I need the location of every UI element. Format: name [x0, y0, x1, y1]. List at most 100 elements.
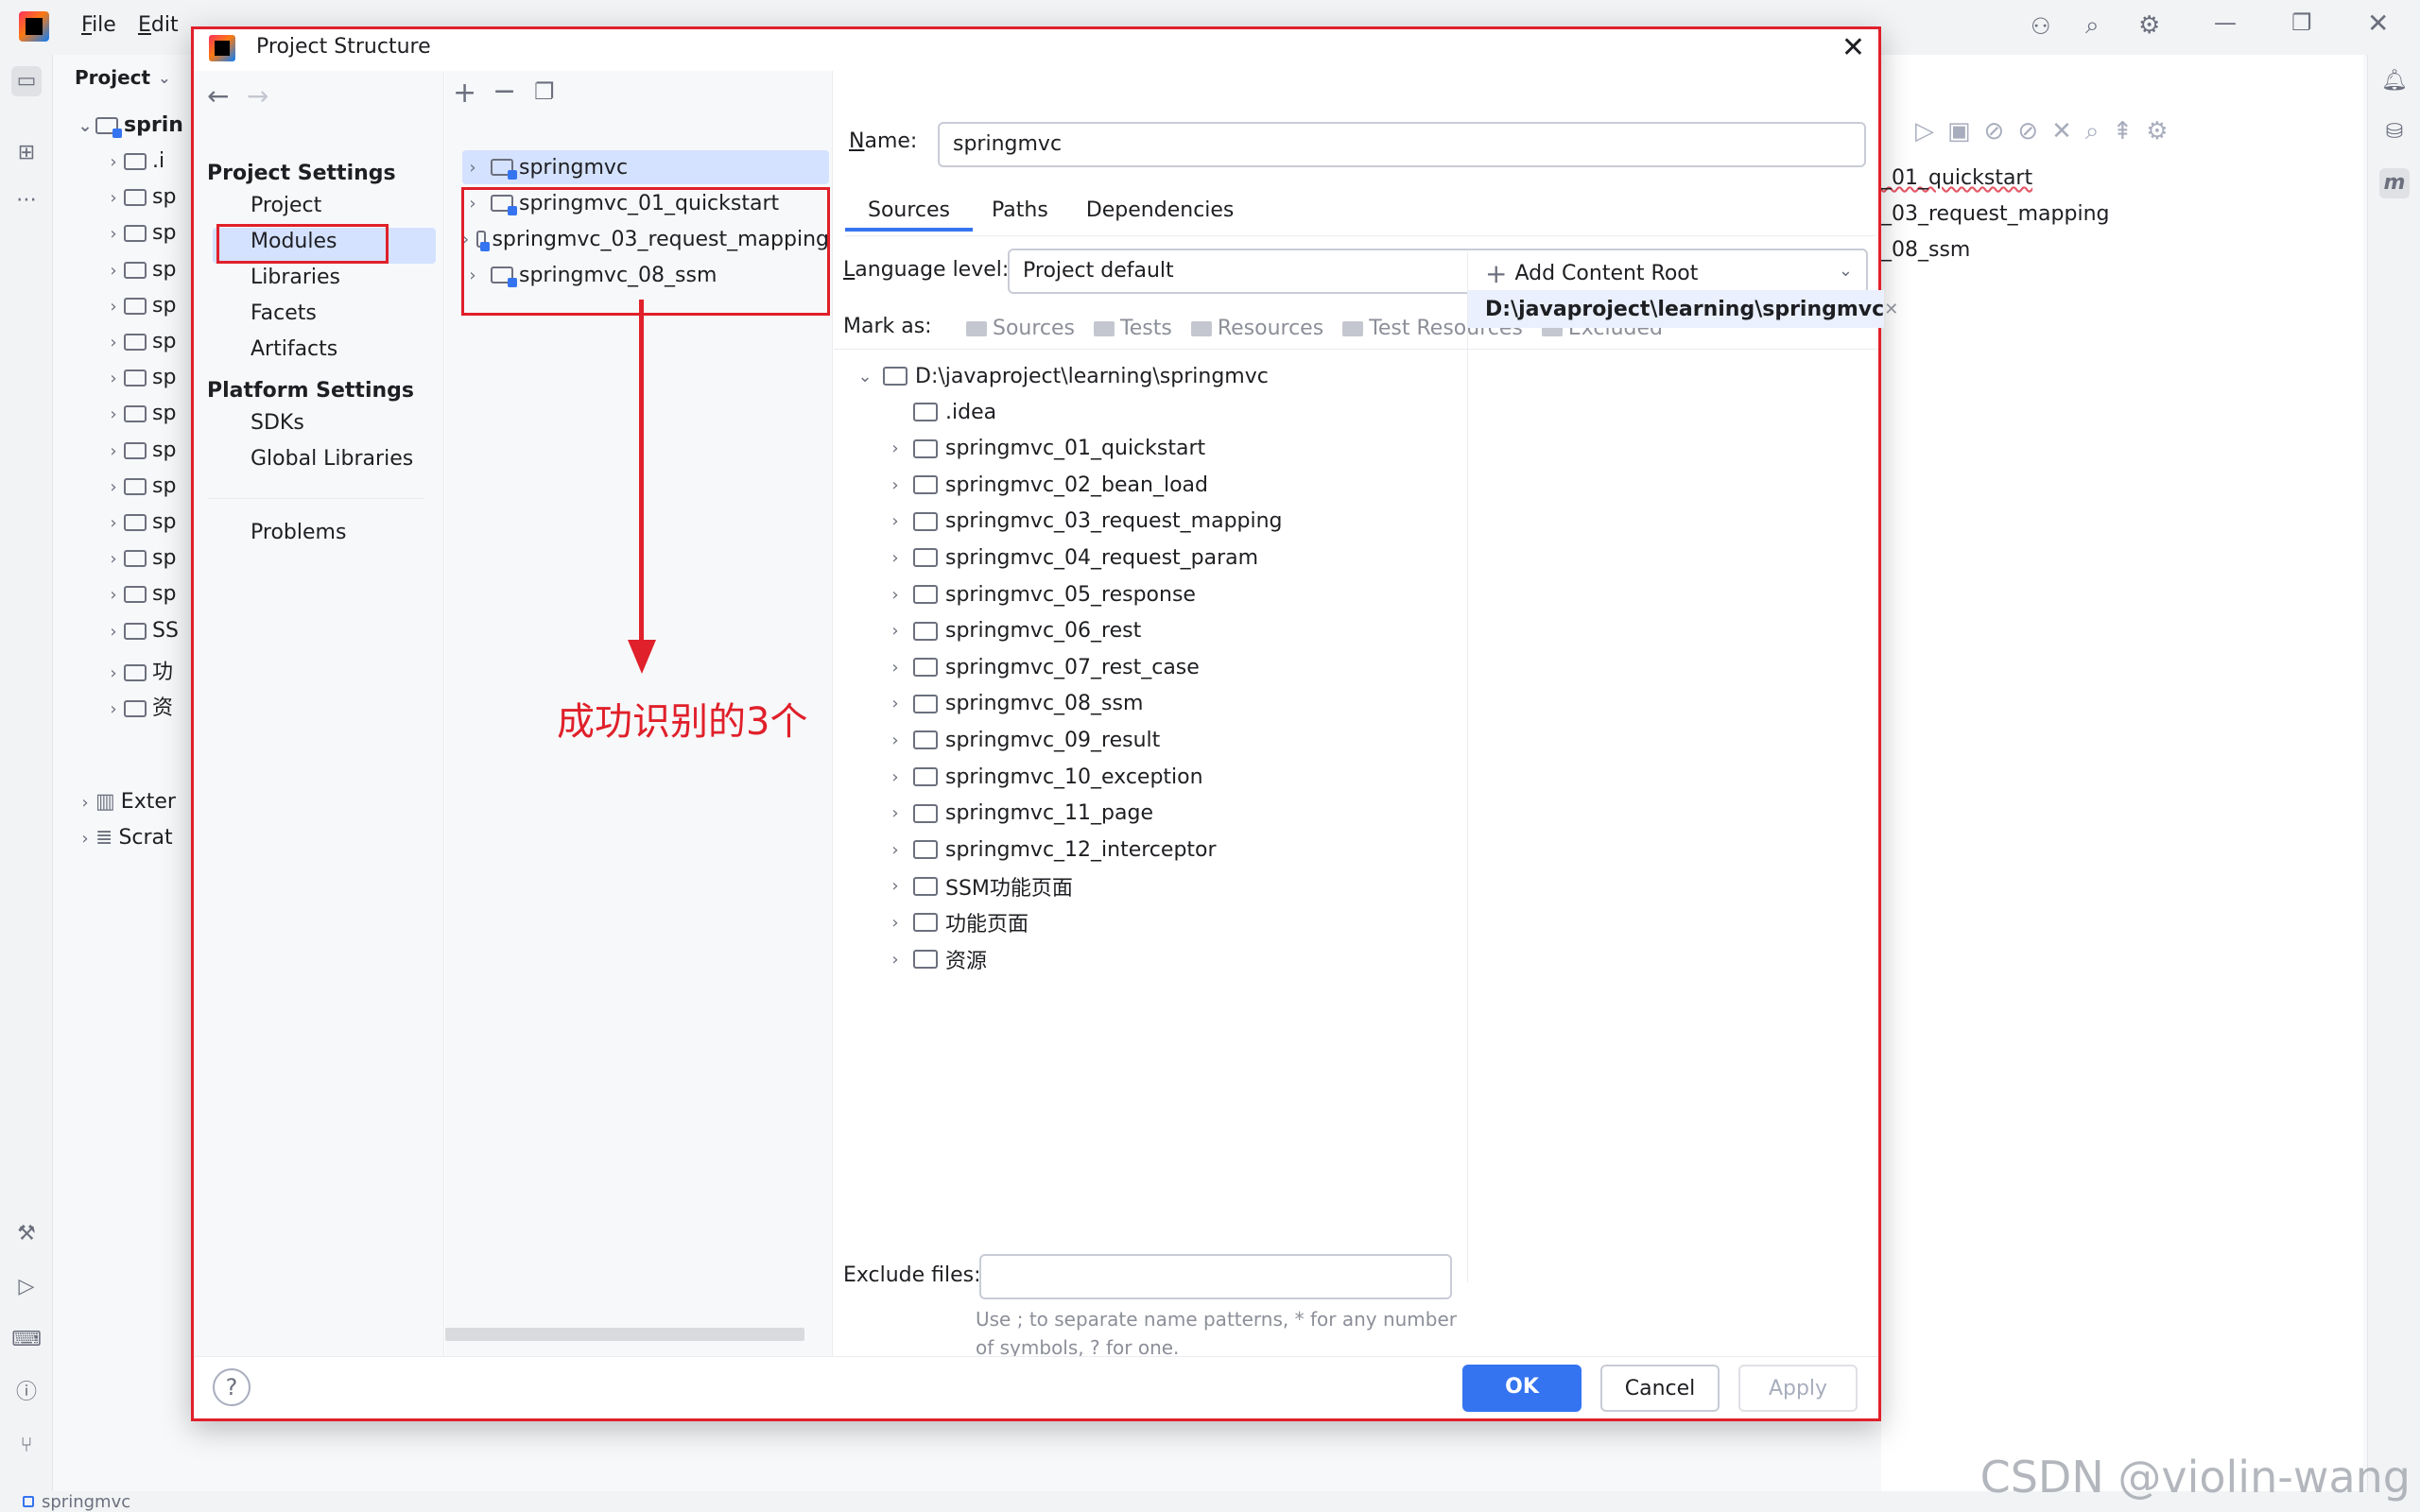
project-tool-icon[interactable]: ▭ — [11, 66, 42, 96]
project-tree-item[interactable]: › sp — [103, 366, 176, 400]
notifications-icon[interactable]: 🔔︎ — [2379, 66, 2410, 96]
project-tree-item[interactable]: › sp — [103, 221, 176, 255]
maven-icon[interactable]: m — [2379, 168, 2410, 198]
project-tree-item[interactable]: › sp — [103, 402, 176, 436]
content-tree-root[interactable]: ⌄ D:\javaproject\learning\springmvc — [855, 358, 1268, 394]
more-tools-icon[interactable]: ⋯ — [11, 185, 42, 215]
window-close-icon[interactable]: ✕ — [2367, 8, 2389, 39]
cancel-button[interactable]: Cancel — [1600, 1365, 1720, 1412]
exclude-files-input[interactable] — [979, 1254, 1452, 1299]
sources-folder-icon — [966, 321, 987, 336]
remove-icon[interactable]: − — [493, 75, 516, 108]
content-tree-item[interactable]: › springmvc_09_result — [885, 722, 1160, 758]
run-toolbar-icons[interactable]: ▷▣⊘⊘✕⌕⇞⚙ — [1915, 117, 2182, 146]
content-tree-item[interactable]: › springmvc_08_ssm — [885, 686, 1143, 722]
services-tool-icon[interactable]: ▷ — [11, 1272, 42, 1302]
settings-icon[interactable]: ⚙ — [2138, 11, 2160, 40]
project-tree-item[interactable]: › sp — [103, 294, 176, 328]
mark-tests-button[interactable]: Tests — [1094, 317, 1172, 340]
mark-resources-button[interactable]: Resources — [1190, 317, 1323, 340]
apply-button[interactable]: Apply — [1738, 1365, 1858, 1412]
chevron-right-icon: › — [110, 513, 117, 533]
menu-file[interactable]: File — [81, 13, 116, 37]
content-tree-item[interactable]: › springmvc_05_response — [885, 576, 1196, 612]
minimize-icon[interactable]: — — [2214, 9, 2237, 36]
content-tree-item[interactable]: › springmvc_04_request_param — [885, 540, 1258, 576]
mark-sources-button[interactable]: Sources — [966, 317, 1075, 340]
close-icon[interactable]: ✕ — [1841, 31, 1865, 64]
project-panel-header[interactable]: Project ⌄ — [75, 66, 171, 89]
content-tree-item[interactable]: › springmvc_12_interceptor — [885, 832, 1216, 868]
menu-edit[interactable]: Edit — [138, 13, 179, 37]
nav-item-facets[interactable]: Facets — [251, 298, 317, 330]
problems-tool-icon[interactable]: ⓘ — [11, 1378, 42, 1408]
nav-item-problems[interactable]: Problems — [251, 517, 346, 549]
project-tree-item[interactable]: › sp — [103, 258, 176, 292]
project-structure-dialog: Project Structure ✕ ← → Project Settings… — [191, 26, 1898, 1421]
module-item-springmvc[interactable]: › springmvc — [462, 150, 829, 184]
project-tree-item[interactable]: › SS — [103, 619, 179, 653]
database-icon[interactable]: ⛁ — [2379, 117, 2410, 147]
content-tree-item[interactable]: › springmvc_02_bean_load — [885, 467, 1208, 503]
project-tree-item[interactable]: › sp — [103, 438, 176, 472]
project-tree-item[interactable]: › sp — [103, 582, 176, 616]
add-content-root-button[interactable]: + Add Content Root — [1485, 258, 1698, 289]
content-tree-item[interactable]: › 资源 — [885, 941, 987, 977]
content-tree-item[interactable]: › springmvc_01_quickstart — [885, 431, 1205, 467]
tabs-divider — [845, 235, 1876, 236]
project-tree-item-label: SS — [152, 618, 179, 643]
forward-arrow-icon[interactable]: → — [247, 80, 268, 112]
help-button[interactable]: ? — [213, 1368, 251, 1406]
content-tree-item[interactable]: › 功能页面 — [885, 904, 1028, 940]
search-icon[interactable]: ⌕ — [2085, 11, 2100, 41]
horizontal-scrollbar[interactable] — [445, 1328, 804, 1341]
module-details: Name: springmvc Sources Paths Dependenci… — [834, 71, 1898, 1359]
project-tree-item-label: sp — [152, 330, 177, 353]
module-name-input[interactable]: springmvc — [938, 122, 1866, 167]
project-root-node[interactable]: ⌄ sprin — [75, 113, 183, 147]
build-tool-icon[interactable]: ⚒ — [11, 1219, 42, 1249]
content-tree-item[interactable]: › SSM功能页面 — [885, 868, 1073, 904]
status-breadcrumb[interactable]: springmvc — [42, 1492, 130, 1512]
add-icon[interactable]: + — [453, 77, 476, 110]
scratches-node[interactable]: › ≣ Scrat — [75, 826, 172, 860]
git-tool-icon[interactable]: ⑂ — [11, 1431, 42, 1461]
tab-sources[interactable]: Sources — [845, 190, 974, 232]
back-arrow-icon[interactable]: ← — [207, 80, 229, 112]
project-tree-item-label: sp — [152, 438, 177, 462]
ok-button[interactable]: OK — [1462, 1365, 1582, 1412]
remove-root-icon[interactable]: ✕ — [1884, 300, 1898, 319]
project-tree-item[interactable]: › 功 — [103, 655, 173, 689]
content-tree-item[interactable]: › springmvc_03_request_mapping — [885, 504, 1282, 540]
project-tree-item[interactable]: › sp — [103, 185, 176, 219]
project-tree-item-label: 功 — [152, 660, 174, 684]
project-tree-item[interactable]: › sp — [103, 510, 176, 544]
project-tree-item[interactable]: › sp — [103, 546, 176, 580]
content-tree-item[interactable]: › springmvc_07_rest_case — [885, 649, 1199, 685]
tab-dependencies[interactable]: Dependencies — [1067, 190, 1253, 232]
content-tree-item[interactable]: .idea — [885, 394, 996, 430]
copy-icon[interactable]: ❐ — [534, 78, 555, 105]
content-tree-item[interactable]: › springmvc_10_exception — [885, 759, 1202, 795]
tab-paths[interactable]: Paths — [973, 190, 1067, 232]
external-libraries-node[interactable]: › ▥ Exter — [75, 790, 176, 824]
project-tree-item[interactable]: › .i — [103, 149, 164, 183]
nav-item-project[interactable]: Project — [251, 190, 321, 222]
nav-item-global-libraries[interactable]: Global Libraries — [251, 443, 413, 475]
content-tree-item[interactable]: › springmvc_06_rest — [885, 613, 1141, 649]
nav-item-libraries[interactable]: Libraries — [251, 262, 340, 294]
project-tree-item[interactable]: › sp — [103, 474, 176, 508]
project-tree-item[interactable]: › sp — [103, 330, 176, 364]
editor-area: ▷▣⊘⊘✕⌕⇞⚙ _01_quickstart _03_request_mapp… — [1881, 55, 2363, 1491]
terminal-tool-icon[interactable]: ⌨ — [11, 1325, 42, 1355]
project-tree-item[interactable]: › 资 — [103, 691, 173, 725]
add-user-icon[interactable]: ⚇ — [2031, 13, 2051, 40]
chevron-right-icon: › — [891, 912, 899, 933]
structure-tool-icon[interactable]: ⊞ — [11, 138, 42, 168]
nav-item-sdks[interactable]: SDKs — [251, 407, 304, 439]
nav-item-artifacts[interactable]: Artifacts — [251, 334, 337, 366]
restore-icon[interactable]: ❐ — [2291, 9, 2312, 36]
chevron-down-icon: ⌄ — [857, 366, 873, 387]
content-root-entry[interactable]: D:\javaproject\learning\springmvc ✕ — [1468, 290, 1898, 328]
content-tree-item[interactable]: › springmvc_11_page — [885, 796, 1153, 832]
